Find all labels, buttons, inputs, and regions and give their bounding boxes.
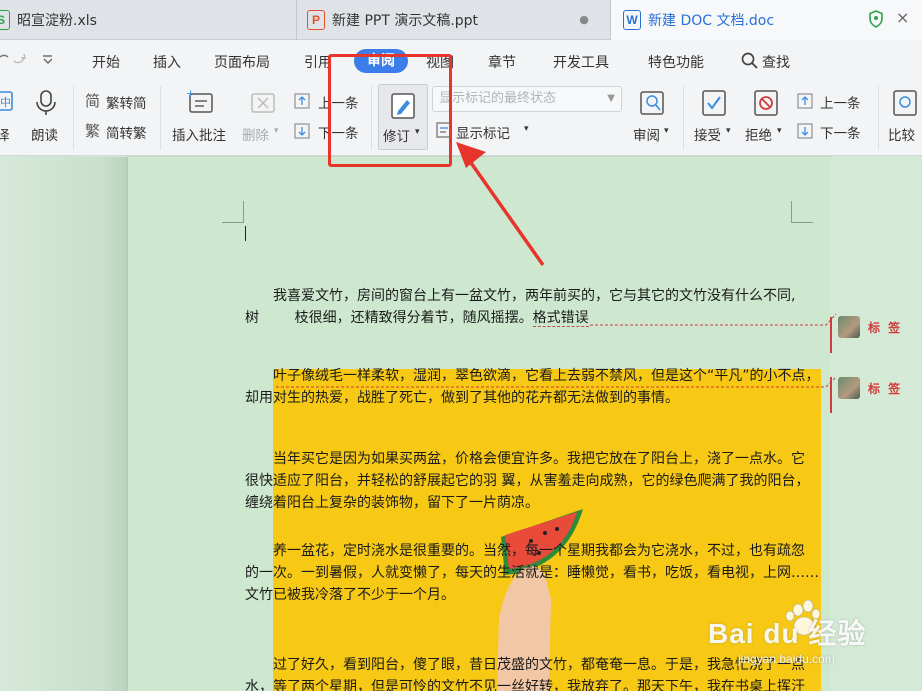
annotation-highlight-box (328, 54, 452, 167)
document-icon: W (623, 10, 641, 30)
microphone-icon[interactable] (31, 88, 61, 118)
menu-page-layout[interactable]: 页面布局 (214, 52, 270, 72)
tab-ppt[interactable]: P 新建 PPT 演示文稿.ppt ● (296, 0, 606, 40)
tab-title: 昭宣淀粉.xls (17, 13, 97, 29)
comment-label: 标 签 (868, 381, 903, 396)
insert-comment-icon[interactable]: + (186, 88, 216, 118)
presentation-icon: P (307, 10, 325, 30)
divider (683, 86, 684, 150)
delete-button[interactable]: 删除 (242, 124, 269, 144)
delete-comment-icon[interactable] (248, 88, 278, 118)
review-pane-icon[interactable] (637, 88, 667, 118)
next-change-icon[interactable] (797, 121, 813, 139)
chevron-down-icon[interactable]: ▾ (777, 126, 782, 136)
compare-icon[interactable] (891, 88, 921, 118)
menu-search[interactable]: 查找 (762, 52, 790, 72)
traditional-to-simplified-icon[interactable]: 简 (84, 91, 102, 109)
chevron-down-icon[interactable]: ▾ (664, 126, 669, 136)
previous-change-icon[interactable] (797, 91, 813, 109)
markup-view-select[interactable]: 显示标记的最终状态 ▼ (432, 86, 622, 112)
tab-title: 新建 DOC 文档.doc (648, 13, 775, 29)
translate-icon[interactable]: 中 (0, 88, 20, 118)
close-tab-button[interactable]: × (896, 8, 909, 27)
previous-change-button[interactable]: 上一条 (820, 92, 861, 112)
chevron-down-icon[interactable]: ▾ (524, 124, 529, 134)
next-change-button[interactable]: 下一条 (820, 122, 861, 142)
divider (878, 86, 879, 150)
show-markup-button[interactable]: 显示标记 (456, 122, 510, 142)
svg-text:中: 中 (0, 96, 11, 109)
accept-button[interactable]: 接受 (694, 124, 721, 144)
chevron-down-icon[interactable]: ▾ (726, 126, 731, 136)
review-pane-button[interactable]: 审阅 (633, 124, 660, 144)
chevron-down-icon[interactable]: ▾ (274, 126, 279, 136)
menu-features[interactable]: 特色功能 (648, 52, 704, 72)
comment-bar (830, 377, 832, 413)
compare-button[interactable]: 比较 (888, 124, 915, 144)
translate-label[interactable]: 译 (0, 124, 10, 144)
tab-xls[interactable]: S 昭宣淀粉.xls (0, 0, 290, 40)
menu-bar: 开始 插入 页面布局 引用 审阅 视图 章节 开发工具 特色功能 查找 (0, 40, 922, 80)
simplified-to-traditional-icon[interactable]: 繁 (84, 121, 102, 139)
simp-to-trad-button[interactable]: 简转繁 (106, 122, 147, 142)
comment-balloon-1[interactable]: 标 签 (838, 316, 918, 338)
avatar (838, 316, 860, 338)
divider (73, 86, 74, 150)
undo-redo-icons[interactable] (0, 52, 52, 70)
svg-text:+: + (186, 88, 195, 100)
comment-bar (830, 317, 832, 353)
menu-home[interactable]: 开始 (92, 52, 120, 72)
svg-text:繁: 繁 (85, 122, 100, 139)
comment-balloon-2[interactable]: 标 签 (838, 377, 918, 399)
menu-developer[interactable]: 开发工具 (553, 52, 609, 72)
read-aloud-label[interactable]: 朗读 (31, 124, 58, 144)
comment-label: 标 签 (868, 320, 903, 335)
menu-insert[interactable]: 插入 (153, 52, 181, 72)
trad-to-simp-button[interactable]: 繁转简 (106, 92, 147, 112)
tab-title: 新建 PPT 演示文稿.ppt (332, 13, 479, 29)
tab-bar: S 昭宣淀粉.xls P 新建 PPT 演示文稿.ppt ● W 新建 DOC … (0, 0, 922, 40)
previous-comment-icon[interactable] (294, 91, 310, 109)
search-icon[interactable] (741, 52, 759, 70)
spreadsheet-icon: S (0, 10, 10, 30)
reject-icon[interactable] (751, 88, 781, 118)
avatar (838, 377, 860, 399)
insert-comment-button[interactable]: 插入批注 (172, 124, 226, 144)
divider (160, 86, 161, 150)
accept-icon[interactable] (699, 88, 729, 118)
ribbon-toolbar: 中 译 朗读 简 繁转简 繁 简转繁 + 插入批注 删除 ▾ 上一条 下一条 修… (0, 80, 922, 156)
markup-view-value: 显示标记的最终状态 (439, 91, 557, 106)
svg-text:简: 简 (85, 92, 100, 109)
watermark-brand: Bai du 经验 (708, 618, 867, 649)
watermark-url: jingyan.baidu.com (738, 652, 835, 666)
menu-chapter[interactable]: 章节 (488, 52, 516, 72)
reject-button[interactable]: 拒绝 (745, 124, 772, 144)
shield-icon[interactable] (868, 10, 884, 28)
chevron-down-icon: ▼ (607, 93, 615, 104)
next-comment-icon[interactable] (294, 121, 310, 139)
unsaved-dot-icon[interactable]: ● (574, 10, 594, 30)
